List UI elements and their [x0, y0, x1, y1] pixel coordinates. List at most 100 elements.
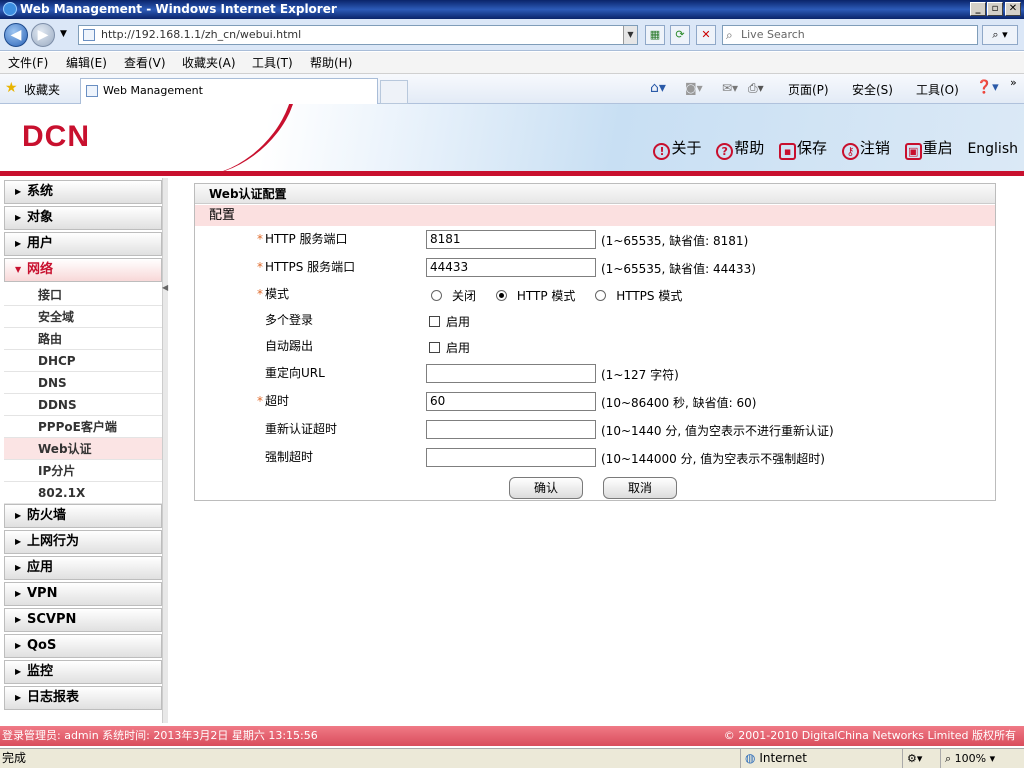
sidebar-item-network[interactable]: ▼ 网络: [4, 258, 162, 282]
sidebar-subitem-ddns[interactable]: DDNS: [4, 394, 162, 416]
help-link[interactable]: ? 帮助: [716, 136, 764, 160]
save-icon: ▪: [779, 143, 797, 160]
new-tab-button[interactable]: [380, 80, 408, 104]
timeout-input[interactable]: 60: [426, 392, 596, 411]
window-title: Web Management - Windows Internet Explor…: [20, 2, 337, 16]
protected-mode-icon[interactable]: ⚙▾: [902, 749, 936, 768]
https-port-label: * HTTPS 服务端口: [257, 260, 356, 274]
reboot-link[interactable]: ▣ 重启: [904, 136, 953, 160]
sidebar-item-scvpn[interactable]: ▶ SCVPN: [4, 608, 162, 632]
help-icon[interactable]: ❓▾: [976, 80, 999, 95]
force-timeout-label: 强制超时: [265, 450, 314, 464]
favorites-star-icon[interactable]: ★: [5, 80, 18, 96]
panel-title: Web认证配置: [195, 184, 995, 204]
refresh-icon[interactable]: ⟳: [670, 25, 690, 45]
sidebar-subitem-web-auth[interactable]: Web认证: [4, 438, 162, 460]
menu-edit[interactable]: 编辑(E): [66, 52, 107, 74]
redirect-url-hint: (1~127 字符): [601, 368, 679, 382]
sidebar-item-logs[interactable]: ▶ 日志报表: [4, 686, 162, 710]
zoom-icon: ⌕: [945, 752, 952, 765]
safety-menu[interactable]: 安全(S): [852, 81, 893, 98]
page-icon: [83, 29, 95, 41]
tab-page-icon: [86, 85, 98, 97]
feeds-icon[interactable]: ◙▾: [685, 81, 703, 95]
sidebar-item-system[interactable]: ▶ 系统: [4, 180, 162, 204]
sidebar-item-behavior[interactable]: ▶ 上网行为: [4, 530, 162, 554]
menu-view[interactable]: 查看(V): [124, 52, 166, 74]
required-marker: *: [257, 287, 263, 301]
about-link[interactable]: ! 关于: [653, 136, 701, 160]
multi-login-checkbox[interactable]: [429, 316, 440, 327]
menu-file[interactable]: 文件(F): [8, 52, 48, 74]
mail-icon[interactable]: ✉▾: [722, 81, 738, 95]
sidebar-subitem-zone[interactable]: 安全域: [4, 306, 162, 328]
ie-logo-icon: [3, 2, 17, 16]
zoom-control[interactable]: ⌕ 100% ▾: [940, 749, 1024, 768]
copyright: © 2001-2010 DigitalChina Networks Limite…: [723, 729, 1016, 742]
address-input[interactable]: http://192.168.1.1/zh_cn/webui.html ▼: [78, 25, 638, 45]
http-port-input[interactable]: 8181: [426, 230, 596, 249]
sidebar-subitem-8021x[interactable]: 802.1X: [4, 482, 162, 504]
favorites-label[interactable]: 收藏夹: [24, 81, 60, 98]
redirect-url-input[interactable]: [426, 364, 596, 383]
sidebar-item-object[interactable]: ▶ 对象: [4, 206, 162, 230]
required-marker: *: [257, 232, 263, 246]
confirm-button[interactable]: 确认: [509, 477, 583, 499]
search-button[interactable]: ⌕ ▾: [982, 25, 1018, 45]
restore-button[interactable]: ▫: [987, 2, 1003, 16]
print-icon[interactable]: ⎙▾: [748, 81, 764, 96]
mode-http-radio[interactable]: [495, 290, 507, 301]
mode-https-radio[interactable]: [595, 290, 607, 301]
logout-link[interactable]: ⚷ 注销: [841, 136, 890, 160]
about-icon: !: [653, 143, 671, 160]
footer-bar: 登录管理员: admin 系统时间: 2013年3月2日 星期六 13:15:5…: [0, 726, 1024, 746]
compat-view-icon[interactable]: ▦: [645, 25, 665, 45]
menu-help[interactable]: 帮助(H): [310, 52, 352, 74]
menu-favorites[interactable]: 收藏夹(A): [182, 52, 236, 74]
home-icon[interactable]: ⌂▾: [650, 80, 666, 96]
globe-icon: ◍: [745, 751, 756, 765]
toolbar-overflow-icon[interactable]: »: [1010, 76, 1017, 89]
sidebar-subitem-pppoe[interactable]: PPPoE客户端: [4, 416, 162, 438]
mode-off-radio[interactable]: [431, 290, 442, 301]
menu-tools[interactable]: 工具(T): [252, 52, 293, 74]
sidebar-subitem-routing[interactable]: 路由: [4, 328, 162, 350]
sidebar-subitem-dns[interactable]: DNS: [4, 372, 162, 394]
sidebar-subitem-interface[interactable]: 接口: [4, 284, 162, 306]
force-timeout-input[interactable]: [426, 448, 596, 467]
sidebar-item-vpn[interactable]: ▶ VPN: [4, 582, 162, 606]
search-input[interactable]: ⌕ Live Search: [722, 25, 978, 45]
minimize-button[interactable]: _: [970, 2, 986, 16]
page-menu[interactable]: 页面(P): [788, 81, 829, 98]
tools-menu[interactable]: 工具(O): [916, 81, 959, 98]
collapse-arrow-icon: ▼: [15, 265, 22, 274]
sidebar-subitem-dhcp[interactable]: DHCP: [4, 350, 162, 372]
auto-kick-checkbox[interactable]: [429, 342, 440, 353]
tab-web-management[interactable]: Web Management: [80, 78, 378, 104]
cancel-button[interactable]: 取消: [603, 477, 677, 499]
force-timeout-hint: (10~144000 分, 值为空表示不强制超时): [601, 452, 825, 466]
address-dropdown-icon[interactable]: ▼: [623, 26, 637, 44]
back-button[interactable]: ◀: [4, 23, 28, 47]
help-icon: ?: [716, 143, 734, 160]
sidebar-item-monitor[interactable]: ▶ 监控: [4, 660, 162, 684]
language-link[interactable]: English: [967, 137, 1018, 161]
expand-arrow-icon: ▶: [15, 641, 22, 650]
close-window-button[interactable]: ✕: [1005, 2, 1021, 16]
sidebar-subitem-ip-fragment[interactable]: IP分片: [4, 460, 162, 482]
https-port-input[interactable]: 44433: [426, 258, 596, 277]
stop-icon[interactable]: ✕: [696, 25, 716, 45]
forward-button[interactable]: ▶: [31, 23, 55, 47]
sidebar-item-firewall[interactable]: ▶ 防火墙: [4, 504, 162, 528]
sidebar-item-user[interactable]: ▶ 用户: [4, 232, 162, 256]
collapse-sidebar-icon[interactable]: ◀: [162, 283, 168, 292]
reauth-timeout-input[interactable]: [426, 420, 596, 439]
history-dropdown-icon[interactable]: ▼: [60, 29, 67, 39]
sidebar-item-qos[interactable]: ▶ QoS: [4, 634, 162, 658]
auto-kick-label: 自动踢出: [265, 339, 314, 353]
sidebar-item-application[interactable]: ▶ 应用: [4, 556, 162, 580]
multi-login-option: 启用: [429, 314, 470, 330]
sidebar-splitter[interactable]: ◀: [162, 178, 168, 723]
save-link[interactable]: ▪ 保存: [779, 136, 827, 160]
redirect-url-label: 重定向URL: [265, 366, 325, 380]
